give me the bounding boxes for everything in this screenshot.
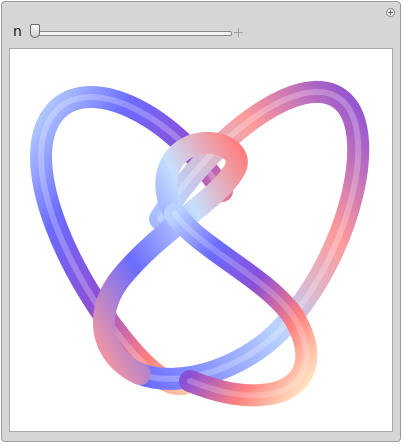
knot-graphic xyxy=(30,80,370,407)
slider-control-row: n xyxy=(2,20,400,44)
graphics-output-area xyxy=(9,48,393,432)
manipulate-panel: n xyxy=(1,1,401,442)
slider-track[interactable] xyxy=(32,31,232,36)
slider-thumb[interactable] xyxy=(30,24,40,38)
slider-variable-label: n xyxy=(13,24,22,40)
slider-expand-plus-icon[interactable] xyxy=(234,28,243,37)
panel-options-plus-icon[interactable] xyxy=(386,8,395,17)
